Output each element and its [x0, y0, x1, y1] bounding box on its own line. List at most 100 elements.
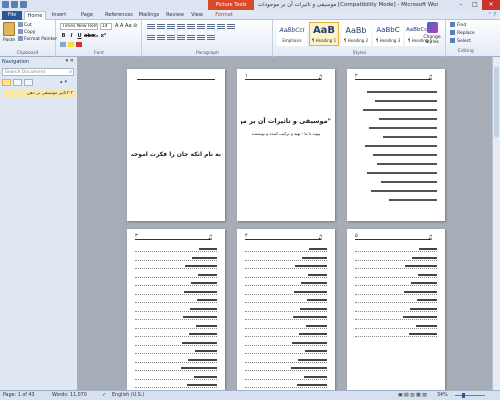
rtl-icon[interactable]: [207, 24, 215, 30]
font-name-box[interactable]: Times New Rom: [60, 23, 98, 30]
text-line: [365, 145, 437, 147]
select-button[interactable]: Select: [450, 38, 471, 44]
select-icon: [450, 38, 455, 43]
toc-entry-label: [184, 290, 217, 293]
zoom-level[interactable]: 34%: [437, 391, 448, 400]
cut-button[interactable]: Cut: [18, 22, 32, 28]
page-count[interactable]: Page: 1 of 43: [3, 391, 35, 400]
tab-format[interactable]: Format: [212, 11, 236, 20]
multilevel-icon[interactable]: [167, 24, 175, 30]
find-button[interactable]: Find: [450, 22, 466, 28]
decrease-indent-icon[interactable]: [177, 24, 185, 30]
zoom-slider[interactable]: [455, 395, 485, 396]
align-right-icon[interactable]: [167, 35, 175, 41]
close-icon[interactable]: ▾ ✕: [66, 58, 74, 64]
style-heading-3[interactable]: AaBbC ¶ Heading 3: [373, 22, 403, 46]
save-icon[interactable]: [11, 1, 18, 8]
toc-row: [245, 384, 327, 388]
nav-heading-item[interactable]: ۳-۳تاثیر موسیقی بر ذهن: [3, 90, 75, 97]
pages-view-icon[interactable]: [13, 79, 22, 86]
paste-icon[interactable]: [3, 22, 15, 36]
vertical-scrollbar[interactable]: [492, 57, 500, 390]
tab-references[interactable]: References: [104, 11, 134, 20]
maximize-icon[interactable]: □: [468, 0, 482, 10]
superscript-icon[interactable]: x²: [100, 33, 107, 40]
view-buttons[interactable]: ▣ ▤ ▥ ▦ ▧: [398, 391, 427, 400]
toc-entry-label: [292, 341, 327, 344]
toc-row: [245, 324, 327, 329]
header-rule: [355, 79, 431, 80]
zoom-slider-knob[interactable]: [462, 393, 465, 398]
grow-font-icon[interactable]: A A Aa ⊘: [115, 23, 137, 29]
toc-row: [245, 248, 327, 252]
help-icon[interactable]: ⌃ ?: [488, 12, 496, 18]
proofing-icon[interactable]: ✓: [102, 391, 106, 400]
page-2[interactable]: ۱ ♫ "موسیقی و تاثیرات آن بر موجودات" پیو…: [237, 69, 335, 221]
tab-home[interactable]: Home: [24, 11, 46, 20]
toc-entry-label: [191, 282, 217, 284]
line-spacing-icon[interactable]: [187, 35, 195, 41]
align-center-icon[interactable]: [157, 35, 165, 41]
replace-button[interactable]: Replace: [450, 30, 475, 36]
copy-button[interactable]: Copy: [18, 29, 35, 35]
page-6[interactable]: ۵ ♫: [347, 229, 445, 390]
tab-mailings[interactable]: Mailings: [136, 11, 162, 20]
search-input[interactable]: Search Document ⌕: [2, 68, 74, 76]
numbering-icon[interactable]: [157, 24, 165, 30]
underline-icon[interactable]: U: [76, 33, 83, 40]
page-4[interactable]: ۳ ♫: [127, 229, 225, 390]
toc-entry-label: [187, 384, 217, 386]
change-styles-button[interactable]: Change Styles: [422, 22, 442, 52]
tab-file[interactable]: File: [2, 11, 22, 20]
scrollbar-thumb[interactable]: [494, 67, 499, 137]
page-5[interactable]: ۴ ♫: [237, 229, 335, 390]
word-icon[interactable]: [2, 1, 9, 8]
align-left-icon[interactable]: [147, 35, 155, 41]
text-effects-icon[interactable]: [60, 42, 66, 47]
highlight-icon[interactable]: [68, 42, 74, 47]
tab-page-layout[interactable]: Page Layout: [72, 11, 102, 27]
ltr-icon[interactable]: [197, 24, 205, 30]
strikethrough-icon[interactable]: abc: [84, 33, 94, 40]
paragraph-row-2: [147, 35, 215, 41]
sort-icon[interactable]: [217, 24, 225, 30]
pilcrow-icon[interactable]: [227, 24, 235, 30]
page-3[interactable]: ۲ ♫: [347, 69, 445, 221]
shading-icon[interactable]: [197, 35, 205, 41]
toc-row: [245, 358, 327, 363]
font-color-icon[interactable]: [76, 42, 82, 47]
style-heading-1[interactable]: AaB ¶ Heading 1: [309, 22, 339, 46]
format-painter-button[interactable]: Format Painter: [18, 36, 57, 42]
headings-view-icon[interactable]: [2, 79, 11, 86]
search-icon[interactable]: ⌕: [69, 69, 72, 76]
toc-row: [135, 273, 217, 278]
language[interactable]: English (U.S.): [112, 391, 144, 400]
navigation-pane: Navigation ▾ ✕ Search Document ⌕ ▴▾ ۳-۳ت…: [0, 57, 78, 390]
font-size-box[interactable]: 14: [100, 23, 112, 30]
text-line: [383, 136, 437, 138]
results-view-icon[interactable]: [24, 79, 33, 86]
bullets-icon[interactable]: [147, 24, 155, 30]
italic-icon[interactable]: I: [68, 33, 75, 40]
tab-review[interactable]: Review: [164, 11, 186, 20]
change-styles-icon: [426, 22, 438, 33]
text-line: [367, 172, 437, 174]
page-1[interactable]: به نام آنکه جان را فکرت آموخت: [127, 69, 225, 221]
text-line: [371, 190, 437, 192]
tab-insert[interactable]: Insert: [48, 11, 70, 20]
nav-prev-next-icon[interactable]: ▴▾: [60, 79, 69, 85]
close-icon[interactable]: ✕: [482, 0, 500, 10]
style-heading-2[interactable]: AaBb ¶ Heading 2: [341, 22, 371, 46]
subscript-icon[interactable]: x₂: [92, 33, 99, 40]
paste-button[interactable]: Paste: [3, 38, 15, 43]
minimize-icon[interactable]: –: [454, 0, 468, 10]
toc-row: [135, 384, 217, 388]
undo-icon[interactable]: [20, 1, 27, 8]
style-emphasis[interactable]: AaBbCcI Emphasis: [277, 22, 307, 46]
justify-icon[interactable]: [177, 35, 185, 41]
word-count[interactable]: Words: 11,070: [52, 391, 87, 400]
tab-view[interactable]: View: [188, 11, 206, 20]
bold-icon[interactable]: B: [60, 33, 67, 40]
increase-indent-icon[interactable]: [187, 24, 195, 30]
borders-icon[interactable]: [207, 35, 215, 41]
